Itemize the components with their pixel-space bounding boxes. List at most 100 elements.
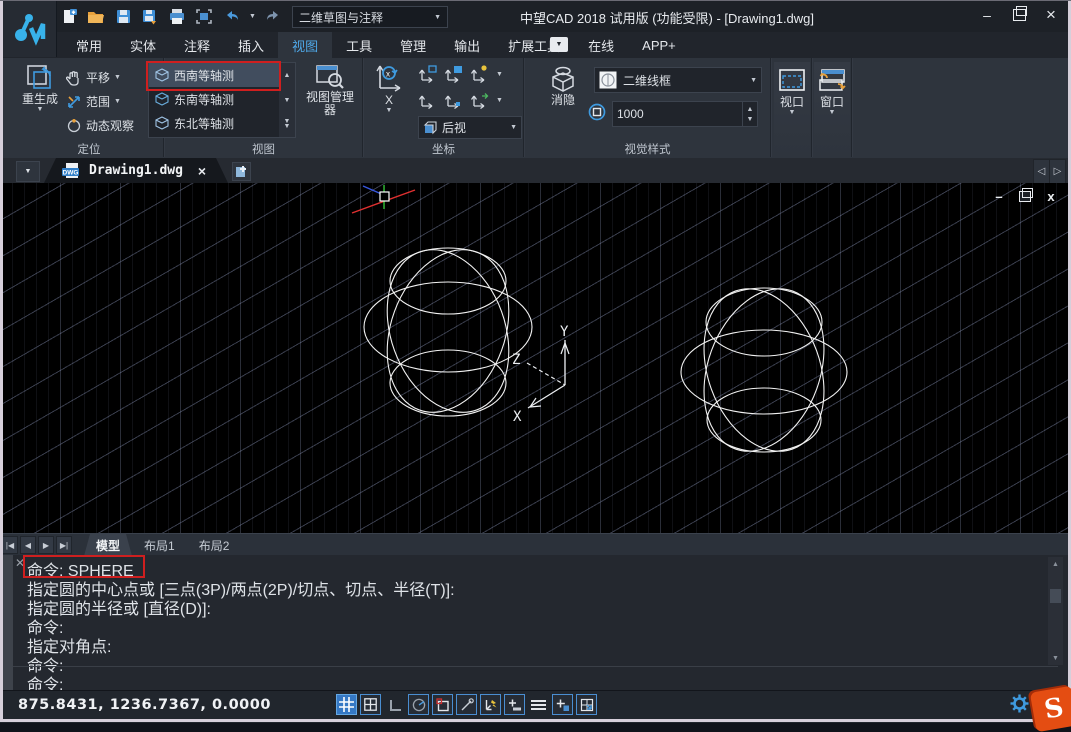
mdi-restore-button[interactable] xyxy=(1017,189,1033,203)
scroll-up-icon[interactable]: ▲ xyxy=(1052,557,1059,571)
ucs-z-axis-icon[interactable] xyxy=(444,90,464,110)
tab-view[interactable]: 视图 xyxy=(278,32,332,58)
command-close-icon[interactable]: ✕ xyxy=(15,556,25,570)
layout-first-icon[interactable]: |◀ xyxy=(2,536,18,554)
grid-toggle[interactable] xyxy=(336,694,357,715)
minimize-button[interactable]: – xyxy=(977,6,997,24)
ucs-rotate-icon[interactable] xyxy=(470,90,490,110)
workspace-select[interactable]: 二维草图与注释 ▼ xyxy=(292,6,448,28)
visual-style-select[interactable]: 二维线框 ▼ xyxy=(594,67,762,93)
coordinate-readout: 875.8431, 1236.7367, 0.0000 xyxy=(18,697,271,713)
new-document-tab-button[interactable] xyxy=(232,162,251,181)
polar-toggle[interactable] xyxy=(408,694,429,715)
scroll-down-icon[interactable]: ▼ xyxy=(279,88,295,113)
document-list-dropdown[interactable]: ▼ xyxy=(16,161,40,182)
tab-online[interactable]: 在线 xyxy=(574,32,628,58)
window-cascade-button[interactable]: 窗口 ▼ xyxy=(814,62,850,156)
mdi-minimize-button[interactable]: – xyxy=(991,189,1007,203)
plot-preview-icon[interactable] xyxy=(195,7,213,25)
tab-solid[interactable]: 实体 xyxy=(116,32,170,58)
command-scrollbar[interactable]: ▲ ▼ xyxy=(1048,557,1063,665)
ucs-button[interactable]: x X ▼ xyxy=(368,62,410,138)
orbit-button[interactable]: 动态观察 xyxy=(66,114,134,137)
ucs-object-icon[interactable] xyxy=(444,64,464,84)
tab-insert[interactable]: 插入 xyxy=(224,32,278,58)
ucs-row2-dropdown-icon[interactable]: ▼ xyxy=(496,97,503,104)
scrollbar-thumb[interactable] xyxy=(1050,589,1061,603)
tab-annotate[interactable]: 注释 xyxy=(170,32,224,58)
command-window-grip[interactable] xyxy=(3,555,13,690)
tab-app-plus[interactable]: APP+ xyxy=(628,32,690,58)
status-menu-button[interactable] xyxy=(528,694,549,715)
ucs-face-icon[interactable] xyxy=(470,64,490,84)
undo-dropdown-icon[interactable]: ▼ xyxy=(249,13,256,20)
sphere-wireframe-left[interactable] xyxy=(364,233,532,430)
layout-next-icon[interactable]: ▶ xyxy=(38,536,54,554)
object-snap-tracking-toggle[interactable] xyxy=(456,694,477,715)
pan-button[interactable]: 平移 ▼ xyxy=(66,66,121,89)
scroll-down-icon[interactable]: ▼ xyxy=(1052,651,1059,665)
object-snap-toggle[interactable] xyxy=(432,694,453,715)
ucs-previous-icon[interactable] xyxy=(418,90,438,110)
ucs-origin-icon[interactable] xyxy=(418,64,438,84)
maximize-button[interactable] xyxy=(1009,6,1029,24)
layout-last-icon[interactable]: ▶| xyxy=(56,536,72,554)
lens-length-spinner[interactable]: ▲▼ xyxy=(742,102,757,126)
print-icon[interactable] xyxy=(168,7,186,25)
tab-manage[interactable]: 管理 xyxy=(386,32,440,58)
annotation-monitor-toggle[interactable] xyxy=(576,694,597,715)
document-tab-close-icon[interactable]: × xyxy=(198,163,206,179)
settings-gear-icon[interactable] xyxy=(1010,694,1029,713)
snap-icon xyxy=(364,698,377,711)
app-logo[interactable] xyxy=(3,1,57,57)
save-icon[interactable] xyxy=(114,7,132,25)
viewport-button[interactable]: 视口 ▼ xyxy=(774,62,810,156)
scroll-more-icon[interactable]: ▼▼ xyxy=(279,112,295,137)
ucs-row1-dropdown-icon[interactable]: ▼ xyxy=(496,71,503,78)
close-button[interactable]: × xyxy=(1041,6,1061,24)
hide-button[interactable]: 消隐 xyxy=(540,64,586,136)
mdi-close-button[interactable]: x xyxy=(1043,189,1059,203)
regen-button[interactable]: 重生成 ▼ xyxy=(17,63,63,137)
workspace-label: 二维草图与注释 xyxy=(299,9,383,26)
scroll-up-icon[interactable]: ▲ xyxy=(279,63,295,88)
drawing-canvas[interactable]: – x Y X Z xyxy=(0,183,1071,533)
document-tab-active[interactable]: DWG Drawing1.dwg × xyxy=(44,158,228,183)
view-item-ne-isometric[interactable]: 东北等轴测 xyxy=(149,111,295,135)
restore-icon xyxy=(1019,191,1031,202)
ribbon-display-toggle[interactable]: ▼ xyxy=(550,37,568,52)
new-icon[interactable] xyxy=(60,7,78,25)
view-item-se-isometric[interactable]: 东南等轴测 xyxy=(149,87,295,111)
window-title: 中望CAD 2018 试用版 (功能受限) - [Drawing1.dwg] xyxy=(520,8,814,27)
window-frame-top xyxy=(0,0,1071,1)
sphere-wireframe-right[interactable] xyxy=(681,272,847,468)
annotation-scale-toggle[interactable] xyxy=(552,694,573,715)
layout-prev-icon[interactable]: ◀ xyxy=(20,536,36,554)
tab-scroll-right-icon[interactable]: ▷ xyxy=(1049,159,1066,184)
snap-toggle[interactable] xyxy=(360,694,381,715)
redo-icon[interactable] xyxy=(265,7,283,25)
lineweight-toggle[interactable] xyxy=(504,694,525,715)
view-item-sw-isometric[interactable]: 西南等轴测 xyxy=(149,63,295,87)
hide-icon xyxy=(548,64,578,94)
tab-tools[interactable]: 工具 xyxy=(332,32,386,58)
zoom-extents-button[interactable]: 范围 ▼ xyxy=(66,90,121,113)
undo-icon[interactable] xyxy=(222,7,240,25)
view-manager-button[interactable]: 视图管理器 xyxy=(301,63,359,137)
grid-icon xyxy=(339,697,354,712)
open-icon[interactable] xyxy=(87,7,105,25)
layout-tab-layout1[interactable]: 布局1 xyxy=(132,534,187,556)
view-list: 西南等轴测 东南等轴测 东北等轴测 xyxy=(148,62,296,138)
tab-output[interactable]: 输出 xyxy=(440,32,494,58)
tab-home[interactable]: 常用 xyxy=(62,32,116,58)
svg-text:DWG: DWG xyxy=(63,169,79,176)
save-as-icon[interactable] xyxy=(141,7,159,25)
tab-scroll-left-icon[interactable]: ◁ xyxy=(1033,159,1050,184)
lens-length-input[interactable]: 1000 ▲▼ xyxy=(612,101,758,127)
quick-access-toolbar: ▼ ▼ ? xyxy=(60,5,326,27)
named-view-select[interactable]: 后视 ▼ xyxy=(418,116,522,139)
layout-tab-model[interactable]: 模型 xyxy=(84,534,132,556)
layout-tab-layout2[interactable]: 布局2 xyxy=(187,534,242,556)
dynamic-input-toggle[interactable] xyxy=(480,694,501,715)
ortho-toggle[interactable] xyxy=(384,694,405,715)
